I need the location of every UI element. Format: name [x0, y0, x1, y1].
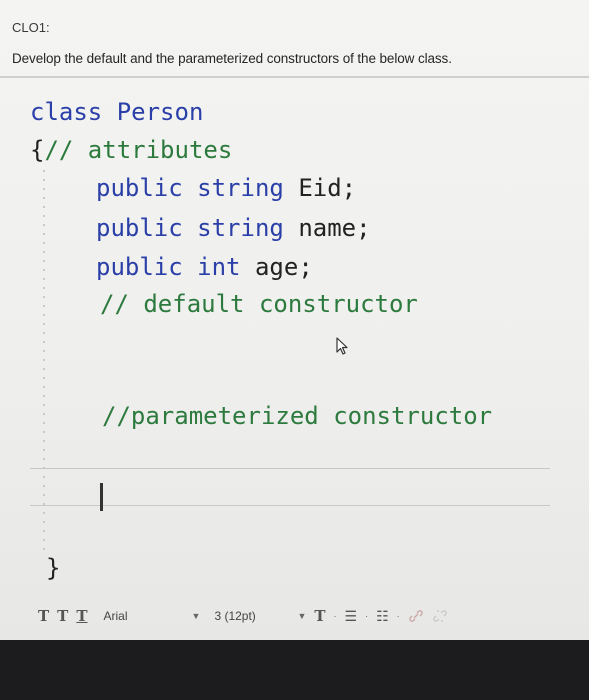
- link-icon[interactable]: [408, 609, 424, 623]
- text-color-button[interactable]: T: [314, 607, 325, 625]
- bullet-dropdown-arrow-icon[interactable]: ·: [365, 611, 368, 621]
- text-caret: [100, 483, 103, 511]
- code-line-eid: public string Eid;: [96, 176, 356, 200]
- keyword-class: class: [30, 98, 103, 126]
- open-brace: {: [30, 136, 45, 164]
- bold-button[interactable]: T: [38, 607, 49, 625]
- code-line-class: class Person: [30, 100, 203, 124]
- question-label: CLO1:: [12, 20, 50, 35]
- size-dropdown-arrow-icon[interactable]: ▼: [297, 611, 306, 621]
- font-size-select[interactable]: 3 (12pt): [214, 609, 289, 623]
- numbered-list-icon[interactable]: ☷: [376, 608, 389, 625]
- code-line-brace: {// attributes: [30, 138, 232, 162]
- code-line-name: public string name;: [96, 216, 371, 240]
- keyword-public: public: [96, 214, 183, 242]
- screen: CLO1: Develop the default and the parame…: [0, 0, 589, 640]
- divider-line: [30, 505, 550, 506]
- indent-guide: [43, 170, 45, 550]
- keyword-public: public: [96, 174, 183, 202]
- comment-attributes: // attributes: [44, 136, 233, 164]
- class-name: Person: [116, 98, 204, 126]
- close-brace: }: [46, 554, 61, 582]
- question-prompt: Develop the default and the parameterize…: [12, 51, 452, 66]
- divider-line: [30, 468, 550, 469]
- color-dropdown-arrow-icon[interactable]: ·: [334, 611, 337, 621]
- unlink-icon[interactable]: [432, 609, 448, 623]
- keyword-public: public: [96, 253, 183, 281]
- keyword-string: string: [197, 174, 284, 202]
- formatting-toolbar: T T T Arial ▼ 3 (12pt) ▼ T · ☰ · ☷ ·: [38, 601, 578, 631]
- divider: [0, 76, 589, 78]
- font-dropdown-arrow-icon[interactable]: ▼: [192, 611, 201, 621]
- code-line-age: public int age;: [96, 255, 313, 279]
- mouse-pointer-icon: [336, 337, 348, 355]
- underline-button[interactable]: T: [76, 607, 87, 625]
- field-eid: Eid;: [298, 174, 357, 202]
- comment-parameterized-constructor: //parameterized constructor: [102, 402, 493, 430]
- numbered-dropdown-arrow-icon[interactable]: ·: [397, 611, 400, 621]
- keyword-string: string: [197, 214, 284, 242]
- comment-default-constructor: // default constructor: [100, 290, 418, 318]
- field-name: name;: [298, 214, 371, 242]
- bullet-list-icon[interactable]: ☰: [345, 608, 358, 625]
- italic-button[interactable]: T: [57, 607, 68, 625]
- field-age: age;: [254, 253, 313, 281]
- font-family-select[interactable]: Arial: [104, 609, 184, 623]
- keyword-int: int: [197, 253, 241, 281]
- code-editor[interactable]: class Person {// attributes public strin…: [12, 80, 589, 605]
